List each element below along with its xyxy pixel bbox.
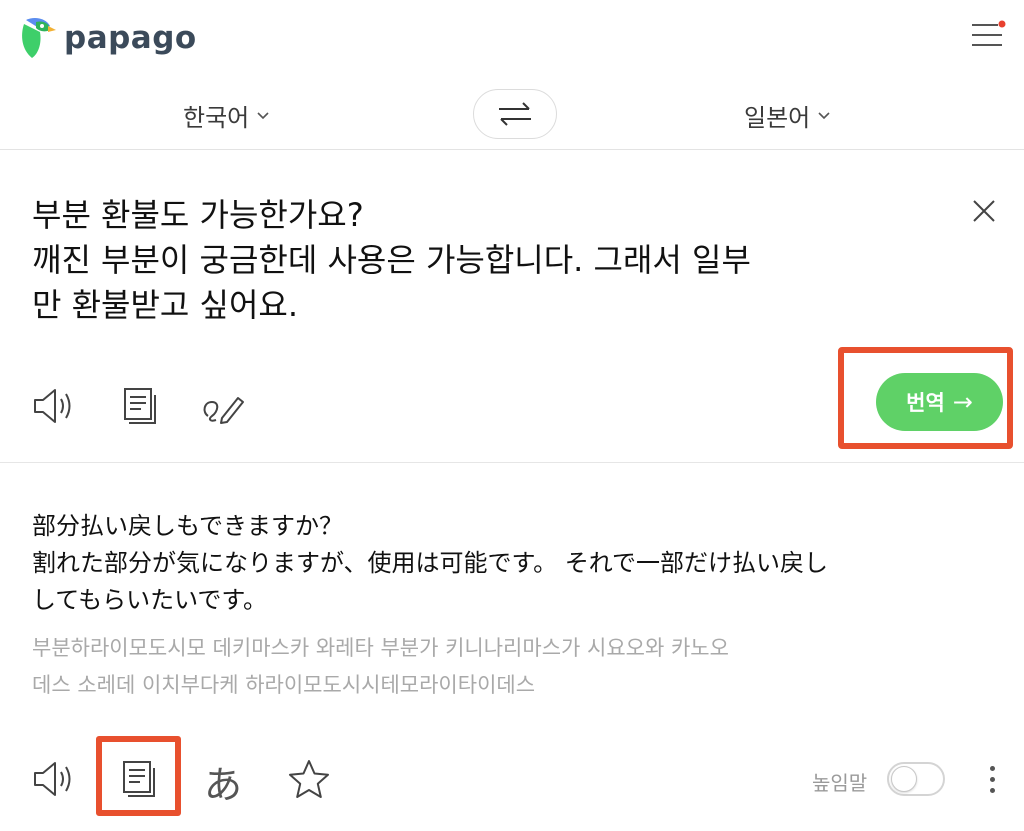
star-icon [289,760,329,798]
copy-icon [124,388,156,424]
source-panel: 부분 환불도 가능한가요? 깨진 부분이 궁금한데 사용은 가능합니다. 그래서… [0,151,1024,463]
hiragana-toggle-button[interactable]: あ [204,754,242,809]
handwriting-icon [203,397,244,424]
swap-languages-button[interactable] [473,89,557,139]
favorite-button[interactable] [284,754,334,804]
arrow-right-icon: → [952,388,973,416]
translate-button-label: 번역 [906,391,945,415]
more-vertical-icon [989,765,995,771]
honorific-label: 높임말 [812,771,868,795]
source-language-select[interactable]: 한국어 [183,98,269,133]
app-header: papago [0,0,1024,80]
more-vertical-icon-dot [989,787,995,793]
result-copy-button[interactable] [113,754,163,804]
clear-text-button[interactable] [968,195,1000,227]
copy-icon [123,761,155,797]
target-language-label: 일본어 [744,104,811,132]
pronunciation-text: 부분하라이모도시모 데키마스카 와레타 부분가 키니나리마스가 시요오와 카노오… [32,636,729,697]
notification-dot-icon [998,20,1006,28]
chevron-down-icon [818,111,830,119]
toggle-knob [891,766,917,792]
language-bar: 한국어 일본어 [0,80,1024,150]
honorific-toggle[interactable] [887,762,945,796]
translate-button-highlight: 번역 → [838,347,1013,449]
logo-text: papago [64,20,197,56]
speaker-icon [34,389,71,423]
menu-button[interactable] [968,18,1008,52]
swap-arrows-icon [499,102,531,126]
target-language-select[interactable]: 일본어 [744,98,830,133]
papago-logo[interactable]: papago [18,16,197,60]
more-options-button[interactable] [978,756,1006,802]
speaker-icon [34,762,71,796]
hamburger-menu-icon [972,20,1006,46]
hiragana-icon: あ [204,763,243,807]
close-icon [973,200,995,222]
result-listen-button[interactable] [28,754,78,804]
source-copy-button[interactable] [114,381,164,431]
result-panel: 部分払い戻しもできますか？ 割れた部分が気になりますが、使用は可能です。 それで… [0,464,1024,831]
more-vertical-icon-dot [989,776,995,782]
translate-button[interactable]: 번역 → [876,373,1003,431]
source-listen-button[interactable] [28,381,78,431]
chevron-down-icon [257,111,269,119]
translated-text: 部分払い戻しもできますか？ 割れた部分が気になりますが、使用は可能です。 それで… [32,512,829,614]
parrot-logo-icon [22,18,56,58]
source-language-label: 한국어 [183,104,250,132]
source-handwriting-button[interactable] [198,381,248,431]
source-text-input[interactable]: 부분 환불도 가능한가요? 깨진 부분이 궁금한데 사용은 가능합니다. 그래서… [32,193,932,328]
